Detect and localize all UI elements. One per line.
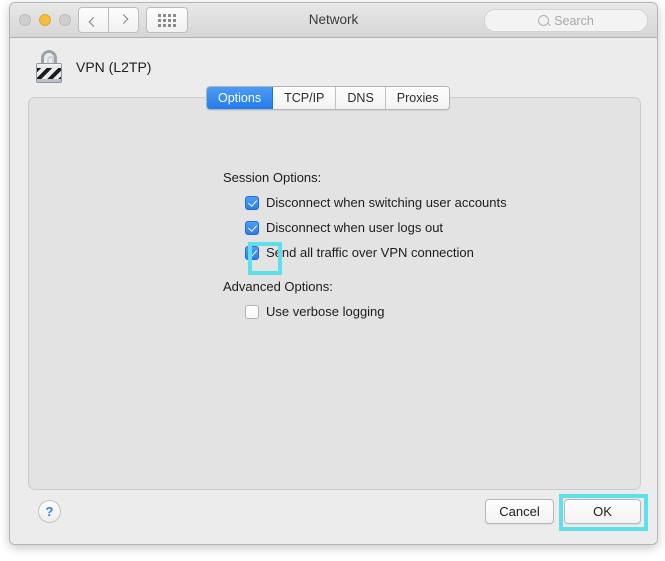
network-preferences-window: Network Search VPN (L2TP) Options TCP/IP… xyxy=(9,2,658,545)
window-body: VPN (L2TP) Options TCP/IP DNS Proxies Se… xyxy=(10,38,657,544)
checkbox-row-disconnect-logout[interactable]: Disconnect when user logs out xyxy=(245,219,507,236)
service-name-label: VPN (L2TP) xyxy=(76,59,152,75)
checkbox-send-all-traffic[interactable] xyxy=(245,245,259,260)
tab-proxies[interactable]: Proxies xyxy=(385,87,450,109)
checkbox-disconnect-logout[interactable] xyxy=(245,220,259,235)
session-options-label: Session Options: xyxy=(223,170,322,185)
checkbox-row-disconnect-switching-users[interactable]: Disconnect when switching user accounts xyxy=(245,194,507,211)
cancel-button-label: Cancel xyxy=(499,504,540,519)
tab-dns[interactable]: DNS xyxy=(336,87,386,109)
tab-tcpip[interactable]: TCP/IP xyxy=(273,87,337,109)
tab-bar: Options TCP/IP DNS Proxies xyxy=(206,86,451,110)
search-icon xyxy=(538,15,550,26)
help-button[interactable]: ? xyxy=(38,500,61,523)
tab-options[interactable]: Options xyxy=(207,87,274,109)
checkbox-row-send-all-traffic[interactable]: Send all traffic over VPN connection xyxy=(245,244,507,261)
tab-tcpip-label: TCP/IP xyxy=(284,91,325,105)
search-input[interactable]: Search xyxy=(484,9,648,32)
tab-dns-label: DNS xyxy=(347,91,374,105)
ok-button[interactable]: OK xyxy=(564,499,641,524)
service-header: VPN (L2TP) xyxy=(34,50,151,84)
help-button-label: ? xyxy=(45,504,54,519)
checkbox-disconnect-switching-users[interactable] xyxy=(245,195,259,210)
options-form: Session Options: Disconnect when switchi… xyxy=(223,170,507,328)
tab-proxies-label: Proxies xyxy=(396,91,439,105)
checkbox-label-disconnect-switching-users: Disconnect when switching user accounts xyxy=(266,195,507,210)
checkbox-label-verbose-logging: Use verbose logging xyxy=(266,304,385,319)
checkbox-verbose-logging[interactable] xyxy=(245,304,259,319)
cancel-button[interactable]: Cancel xyxy=(485,499,554,524)
search-placeholder: Search xyxy=(554,13,594,28)
advanced-options-label: Advanced Options: xyxy=(223,279,333,294)
window-toolbar: Network Search xyxy=(10,3,657,38)
checkbox-label-disconnect-logout: Disconnect when user logs out xyxy=(266,220,444,235)
padlock-icon xyxy=(34,50,64,84)
checkbox-label-send-all-traffic: Send all traffic over VPN connection xyxy=(266,245,474,260)
tab-options-label: Options xyxy=(218,91,262,105)
ok-button-label: OK xyxy=(593,504,612,519)
checkbox-row-verbose-logging[interactable]: Use verbose logging xyxy=(245,303,507,320)
